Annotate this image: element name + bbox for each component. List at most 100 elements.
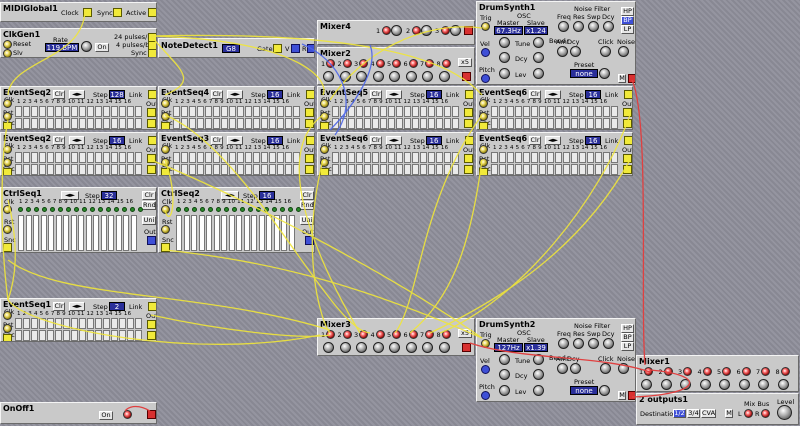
step-cell[interactable] xyxy=(539,118,546,129)
step-row-1[interactable] xyxy=(491,152,618,163)
random-button[interactable]: Rnd xyxy=(142,201,156,210)
step-cell[interactable] xyxy=(87,330,94,341)
note-display[interactable]: G8 xyxy=(222,44,240,53)
mixer-level-knob[interactable] xyxy=(777,379,789,390)
mixer-input-jack[interactable] xyxy=(702,367,712,376)
step-cell[interactable] xyxy=(39,106,46,117)
mixer-input-jack[interactable] xyxy=(722,367,731,376)
step-cell[interactable] xyxy=(79,118,86,129)
step-cell[interactable] xyxy=(63,152,70,163)
osc-master-knob[interactable] xyxy=(499,37,510,48)
mixer-input-jack[interactable] xyxy=(408,330,418,339)
noise-knob[interactable] xyxy=(618,363,629,374)
step-cell[interactable] xyxy=(39,164,46,175)
direction-button[interactable]: ◄► xyxy=(227,136,243,145)
preset-knob[interactable] xyxy=(599,68,610,79)
mixer-input-jack[interactable] xyxy=(375,59,385,68)
step-cell[interactable] xyxy=(127,330,134,341)
step-cell[interactable] xyxy=(15,152,22,163)
step-cell[interactable] xyxy=(332,152,339,163)
mixer-level-knob[interactable] xyxy=(372,71,384,82)
step-cell[interactable] xyxy=(515,164,522,175)
step-row-2[interactable] xyxy=(173,164,300,175)
step-cell[interactable] xyxy=(119,106,126,117)
velocity-output-jack[interactable] xyxy=(291,44,300,53)
step-cell[interactable] xyxy=(356,106,363,117)
step-cell[interactable] xyxy=(404,106,411,117)
step-cell[interactable] xyxy=(213,106,220,117)
mixer-level-3-knob[interactable] xyxy=(450,25,461,36)
input-jack[interactable] xyxy=(123,410,132,419)
step-cell[interactable] xyxy=(436,164,443,175)
step-cell[interactable] xyxy=(103,330,110,341)
step-cell[interactable] xyxy=(23,164,30,175)
step-cell[interactable] xyxy=(181,164,188,175)
step-cell[interactable] xyxy=(79,318,86,329)
clock-input-jack[interactable] xyxy=(479,99,488,108)
mixer-input-jack[interactable] xyxy=(663,367,673,376)
bend-amount-knob[interactable] xyxy=(557,363,568,374)
clear-button[interactable]: Clr xyxy=(529,136,541,145)
out-jack-1[interactable] xyxy=(623,154,632,163)
step-slider[interactable] xyxy=(63,215,69,251)
clock-input-jack[interactable] xyxy=(161,99,170,108)
step-cell[interactable] xyxy=(135,152,142,163)
clock-input-jack[interactable] xyxy=(320,99,329,108)
clear-button[interactable]: Clr xyxy=(370,136,382,145)
step-slider[interactable] xyxy=(183,215,190,251)
sync-output-jack[interactable] xyxy=(3,334,12,341)
clear-button[interactable]: Clr xyxy=(142,191,156,200)
step-cell[interactable] xyxy=(261,152,268,163)
audio-output-jack[interactable] xyxy=(628,391,635,400)
step-cell[interactable] xyxy=(63,164,70,175)
clear-button[interactable]: Clr xyxy=(53,302,65,311)
on-button[interactable]: On xyxy=(95,43,109,52)
step-cell[interactable] xyxy=(507,106,514,117)
step-cell[interactable] xyxy=(127,118,134,129)
step-cell[interactable] xyxy=(436,106,443,117)
filter-freq-knob[interactable] xyxy=(558,338,569,349)
out-jack-2[interactable] xyxy=(147,165,156,174)
step-cell[interactable] xyxy=(213,118,220,129)
filter-res-knob[interactable] xyxy=(573,21,584,32)
step-cell[interactable] xyxy=(356,118,363,129)
step-row-1[interactable] xyxy=(491,106,618,117)
step-cell[interactable] xyxy=(71,164,78,175)
step-cell[interactable] xyxy=(293,118,300,129)
step-cell[interactable] xyxy=(39,318,46,329)
release-output-jack[interactable] xyxy=(307,44,314,53)
step-cell[interactable] xyxy=(135,164,142,175)
step-cell[interactable] xyxy=(15,106,22,117)
step-cell[interactable] xyxy=(135,118,142,129)
step-row-2[interactable] xyxy=(173,118,300,129)
step-cell[interactable] xyxy=(293,106,300,117)
mixer-level-knob[interactable] xyxy=(719,379,730,390)
step-cell[interactable] xyxy=(71,152,78,163)
step-row-2[interactable] xyxy=(15,164,142,175)
step-cell[interactable] xyxy=(444,118,451,129)
step-cell[interactable] xyxy=(261,106,268,117)
step-cell[interactable] xyxy=(595,152,602,163)
step-cell[interactable] xyxy=(47,164,54,175)
step-cell[interactable] xyxy=(555,118,562,129)
mixer-input-jack[interactable] xyxy=(644,367,653,376)
step-row-1[interactable] xyxy=(173,106,300,117)
step-cell[interactable] xyxy=(579,164,586,175)
hp-button[interactable]: HP xyxy=(621,7,634,16)
step-slider[interactable] xyxy=(93,215,99,251)
step-slider[interactable] xyxy=(198,215,205,251)
step-cell[interactable] xyxy=(420,106,427,117)
step-cell[interactable] xyxy=(127,152,134,163)
step-cell[interactable] xyxy=(364,152,371,163)
step-cell[interactable] xyxy=(173,152,180,163)
step-cell[interactable] xyxy=(611,118,618,129)
mixer-level-knob[interactable] xyxy=(438,342,450,353)
clock-input-jack[interactable] xyxy=(3,99,12,108)
step-cell[interactable] xyxy=(71,118,78,129)
step-cell[interactable] xyxy=(47,118,54,129)
step-cell[interactable] xyxy=(31,106,38,117)
step-cell[interactable] xyxy=(332,106,339,117)
uni-button[interactable]: Uni xyxy=(300,216,314,225)
step-cell[interactable] xyxy=(523,152,530,163)
step-cell[interactable] xyxy=(603,152,610,163)
